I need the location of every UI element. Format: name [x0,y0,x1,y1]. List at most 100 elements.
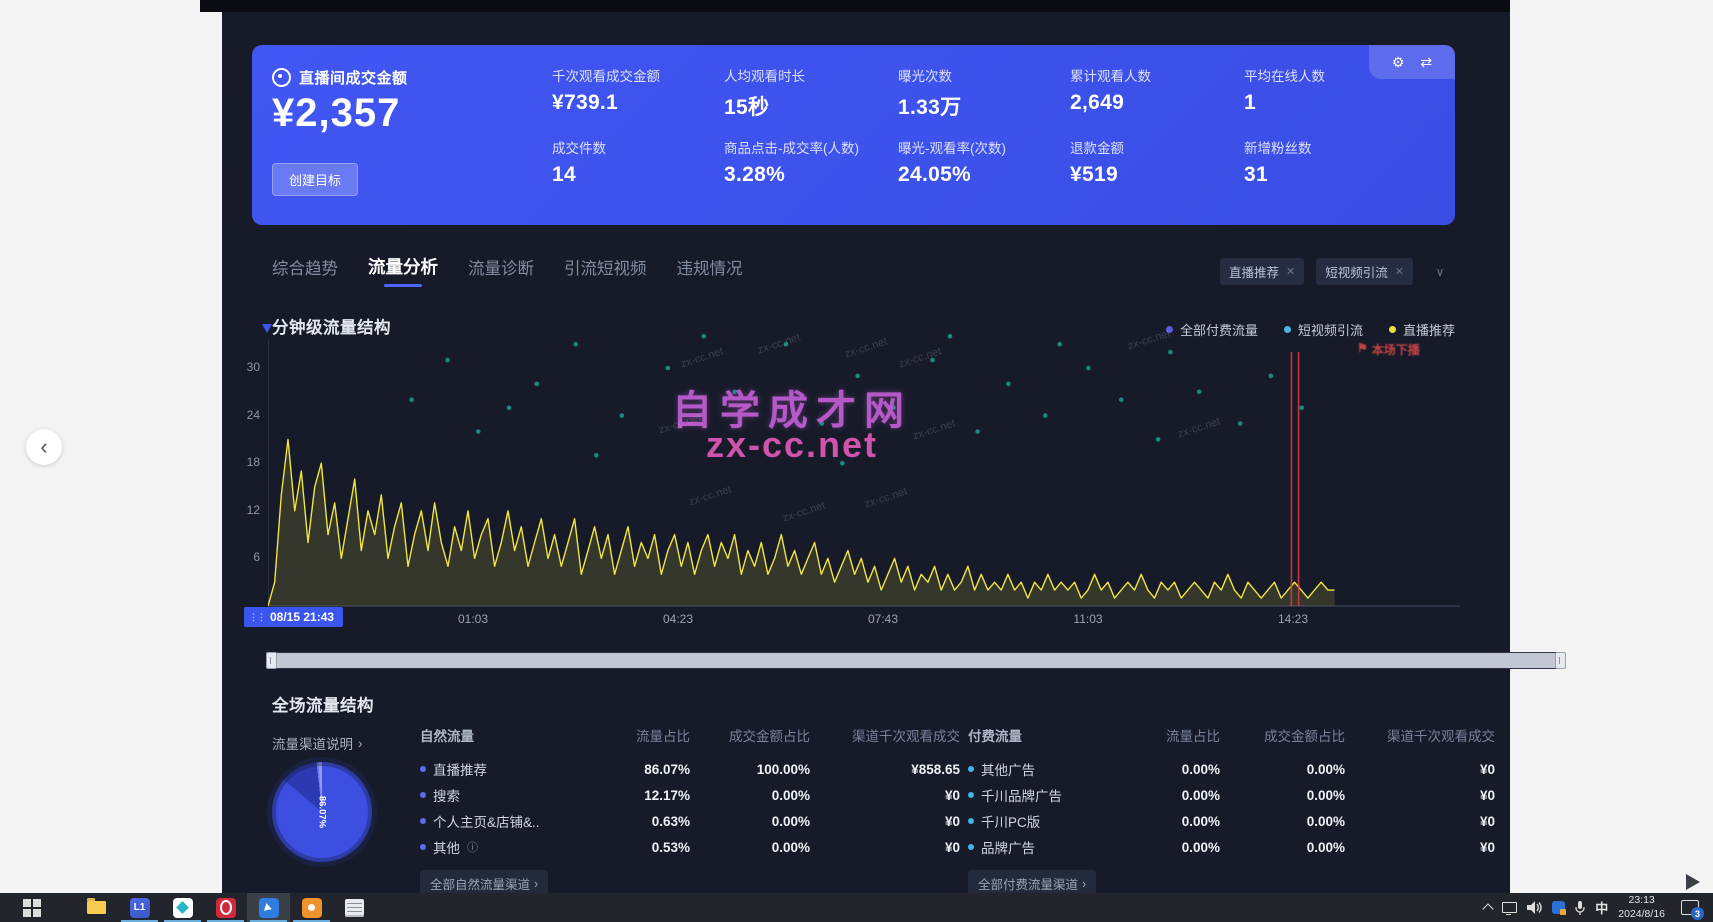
orange-app-button[interactable] [290,893,333,922]
metric: 累计观看人数2,649 [1070,59,1244,131]
tab-overall-trend[interactable]: 综合趋势 [272,255,338,287]
dashboard-app: 直播间成交金额 ¥2,357 创建目标 千次观看成交金额¥739.1 人均观看时… [222,12,1510,893]
x-tick: 14:23 [1263,612,1323,626]
file-explorer-button[interactable] [75,893,118,922]
y-tick: 18 [234,455,260,469]
y-tick: 30 [234,360,260,374]
table-row[interactable]: 其他广告 0.00% 0.00% ¥0 [968,756,1495,782]
metric: 千次观看成交金额¥739.1 [552,59,724,131]
create-goal-button[interactable]: 创建目标 [272,163,358,196]
paid-traffic-table: 付费流量 流量占比 成交金额占比 渠道千次观看成交 其他广告 0.00% 0.0… [968,722,1495,897]
notification-badge: 3 [1691,907,1704,920]
cursor-app-icon [259,898,279,918]
swap-icon[interactable]: ⇄ [1420,54,1432,71]
table-row[interactable]: 个人主页&店铺&.. 0.63% 0.00% ¥0 [420,808,960,834]
table-row[interactable]: 千川PC版 0.00% 0.00% ¥0 [968,808,1495,834]
l1-app-icon: L1 [130,898,150,918]
close-icon[interactable]: ✕ [1286,265,1295,278]
orange-app-icon [302,898,322,918]
metric: 退款金额¥519 [1070,131,1244,203]
row-dot [420,818,426,824]
system-tray: 中 23:13 2024/8/16 3 [1484,893,1713,922]
filter-chip-short-video[interactable]: 短视频引流 ✕ [1316,258,1413,285]
tab-short-video[interactable]: 引流短视频 [564,255,647,287]
ime-indicator[interactable]: 中 [1595,898,1608,917]
date: 2024/8/16 [1618,908,1665,921]
summary-card: 直播间成交金额 ¥2,357 创建目标 千次观看成交金额¥739.1 人均观看时… [252,45,1455,225]
start-button[interactable] [10,893,53,922]
filter-chip-live-recommend[interactable]: 直播推荐 ✕ [1220,258,1304,285]
gmv-value: ¥2,357 [272,91,400,136]
window-top-bar [200,0,1510,12]
range-handle-right[interactable] [1555,652,1566,669]
row-dot [420,766,426,772]
tab-violations[interactable]: 违规情况 [677,255,743,287]
clock[interactable]: 23:13 2024/8/16 [1618,894,1665,920]
screen: 直播间成交金额 ¥2,357 创建目标 千次观看成交金额¥739.1 人均观看时… [0,0,1713,922]
microphone-icon[interactable] [1575,901,1585,915]
table-row[interactable]: 直播推荐 86.07% 100.00% ¥858.65 [420,756,960,782]
metric: 成交件数14 [552,131,724,203]
table-row[interactable]: 品牌广告 0.00% 0.00% ¥0 [968,834,1495,860]
gear-icon[interactable]: ⚙ [1392,54,1405,71]
speaker-icon[interactable] [1527,901,1542,914]
target-icon [272,68,291,87]
hero-title: 直播间成交金额 [299,67,408,88]
row-dot [420,844,426,850]
opera-icon [216,898,236,918]
live-companion-button[interactable] [247,893,290,922]
network-icon[interactable] [1502,902,1517,913]
range-handle-left[interactable] [266,652,277,669]
notepad-button[interactable] [333,893,376,922]
watermark-sub: zx-cc.net [642,424,942,466]
range-selection[interactable] [268,653,1564,668]
tray-expand-icon[interactable] [1483,903,1494,914]
close-icon[interactable]: ✕ [1395,265,1404,278]
row-dot [968,792,974,798]
metric: 商品点击-成交率(人数)3.28% [724,131,898,203]
tray-app-icon[interactable] [1552,901,1565,914]
taskbar: L1 中 23:13 2024/8/16 3 [0,893,1713,922]
chevron-right-icon: › [534,877,538,891]
metric: 曝光次数1.33万 [898,59,1070,131]
info-icon[interactable]: ⓘ [467,839,478,855]
next-arrow-icon[interactable] [1686,874,1700,890]
time: 23:13 [1618,894,1665,907]
table-header: 付费流量 流量占比 成交金额占比 渠道千次观看成交 [968,722,1495,748]
full-section-title: 全场流量结构 [272,692,374,716]
chevron-right-icon: › [358,736,363,751]
chevron-down-icon[interactable]: ∨ [1425,265,1455,279]
x-tick: 04:23 [648,612,708,626]
x-tick: 11:03 [1058,612,1118,626]
table-row[interactable]: 其他ⓘ 0.53% 0.00% ¥0 [420,834,960,860]
table-header: 自然流量 流量占比 成交金额占比 渠道千次观看成交 [420,722,960,748]
back-button[interactable]: ‹ [26,429,62,465]
natural-traffic-table: 自然流量 流量占比 成交金额占比 渠道千次观看成交 直播推荐 86.07% 10… [420,722,960,897]
chart-range-scrollbar[interactable] [266,652,1566,669]
opera-button[interactable] [204,893,247,922]
chevron-left-icon: ‹ [40,434,47,460]
tab-traffic-analysis[interactable]: 流量分析 [368,254,438,287]
teal-app-icon [173,898,193,918]
grip-icon: ⋮⋮ [249,612,265,623]
table-row[interactable]: 千川品牌广告 0.00% 0.00% ¥0 [968,782,1495,808]
traffic-donut-chart[interactable]: 86.07% [272,762,372,862]
app-l1-button[interactable]: L1 [118,893,161,922]
minute-traffic-chart[interactable] [268,328,1460,608]
windows-logo-icon [23,899,41,917]
card-tools: ⚙ ⇄ [1369,45,1455,79]
metric: 曝光-观看率(次数)24.05% [898,131,1070,203]
filter-chips: 直播推荐 ✕ 短视频引流 ✕ ∨ [1220,258,1455,285]
row-dot [968,818,974,824]
folder-icon [87,901,106,914]
table-row[interactable]: 搜索 12.17% 0.00% ¥0 [420,782,960,808]
tab-traffic-diagnosis[interactable]: 流量诊断 [468,255,534,287]
x-tick: 07:43 [853,612,913,626]
y-tick: 24 [234,408,260,422]
stream-start-time-badge[interactable]: ⋮⋮ 08/15 21:43 [244,607,343,627]
notification-center-icon[interactable]: 3 [1681,900,1699,915]
y-tick: 12 [234,503,260,517]
teal-app-button[interactable] [161,893,204,922]
metric: 新增粉丝数31 [1244,131,1442,203]
channel-explain-link[interactable]: 流量渠道说明 › [272,733,363,753]
